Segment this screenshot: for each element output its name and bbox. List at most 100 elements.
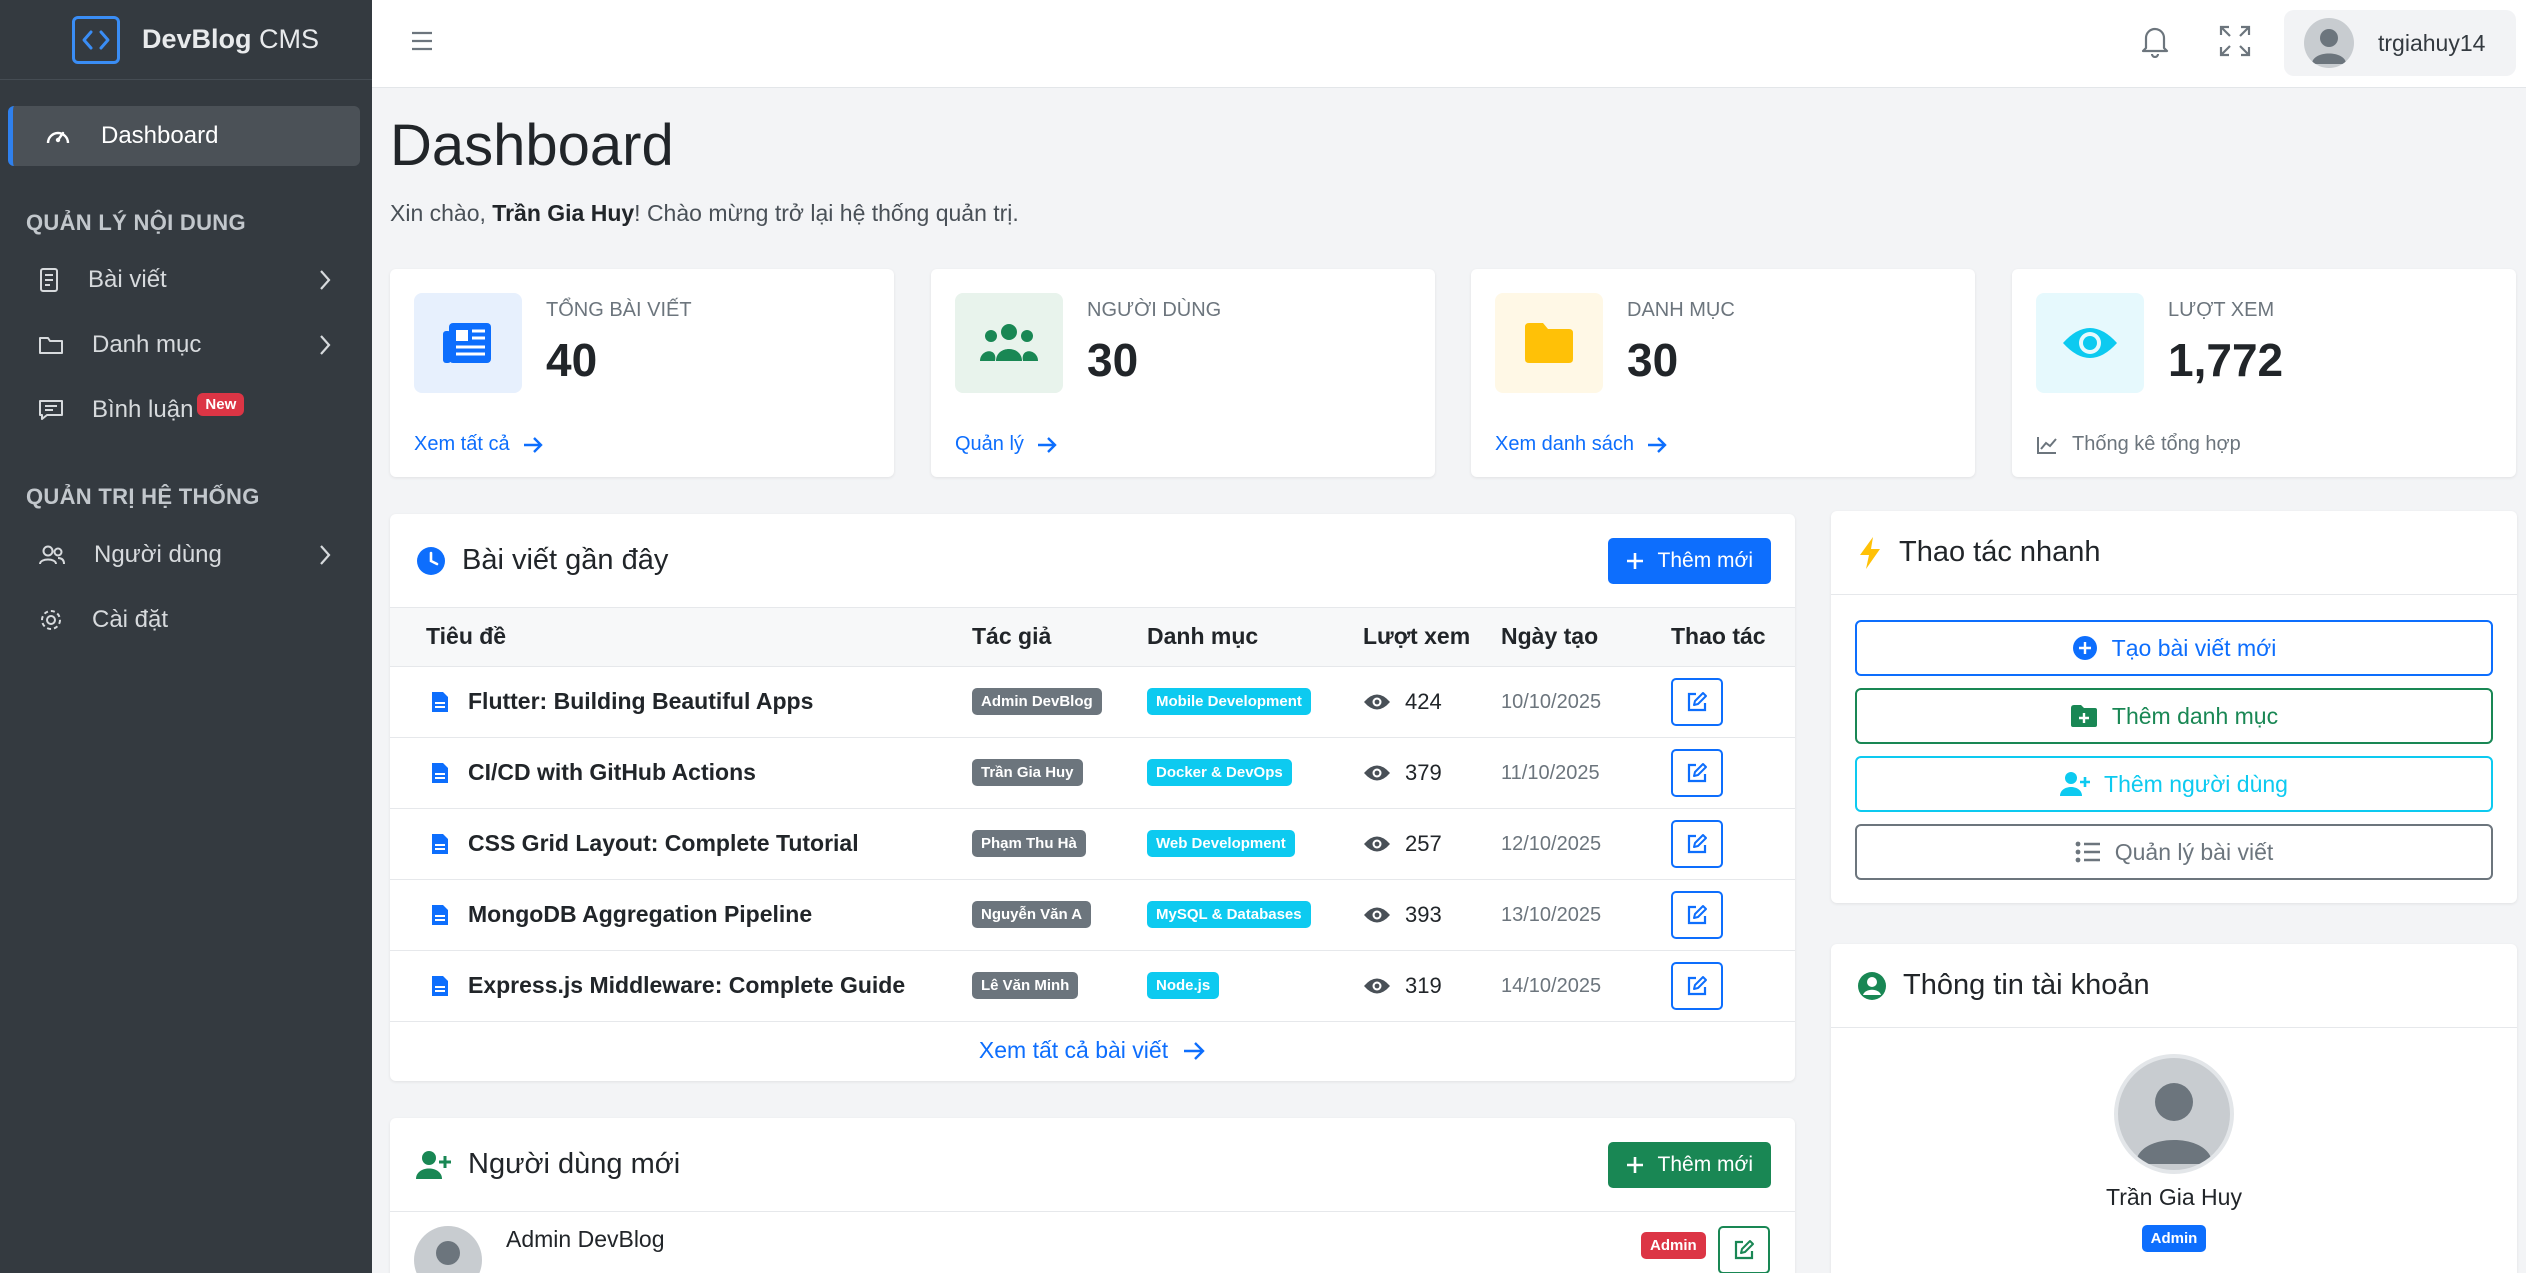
edit-button[interactable] (1671, 677, 1723, 726)
stat-card-posts: TỔNG BÀI VIẾT 40 Xem tất cả (390, 269, 894, 477)
created-date: 13/10/2025 (1501, 903, 1602, 926)
role-badge: Admin (2141, 1225, 2207, 1252)
eye-icon (1363, 834, 1405, 854)
created-date: 12/10/2025 (1501, 832, 1602, 855)
view-count: 379 (1363, 760, 1501, 786)
user-menu[interactable]: trgiahuy14 (2284, 10, 2516, 76)
sidebar-item-posts[interactable]: Bài viết (0, 252, 372, 308)
sidebar-item-label: Bài viết (88, 266, 167, 293)
edit-button[interactable] (1671, 819, 1723, 868)
edit-icon (1686, 691, 1708, 713)
add-user-quick-button[interactable]: Thêm người dùng (1855, 756, 2493, 812)
brand[interactable]: DevBlog CMS (0, 0, 372, 80)
new-users-panel: Người dùng mới Thêm mới Admin DevBlog Ad… (390, 1118, 1795, 1273)
code-icon (72, 15, 120, 64)
stat-value: 40 (546, 334, 598, 386)
sidebar-item-dashboard[interactable]: Dashboard (8, 106, 360, 166)
author-badge: Phạm Thu Hà (972, 830, 1086, 857)
view-categories-link[interactable]: Xem danh sách (1495, 433, 1668, 456)
column-header: Tiêu đề (390, 608, 972, 667)
account-role-wrap: Admin (1831, 1225, 2517, 1252)
edit-button[interactable] (1671, 748, 1723, 797)
author-badge: Nguyễn Văn A (972, 901, 1092, 928)
category-badge: MySQL & Databases (1147, 901, 1311, 928)
account-name: Trần Gia Huy (2106, 1184, 2242, 1210)
manage-posts-button[interactable]: Quản lý bài viết (1855, 824, 2493, 880)
fullscreen-icon[interactable] (2218, 24, 2252, 58)
new-badge: New (197, 392, 245, 416)
eye-icon (1363, 976, 1405, 996)
stat-card-categories: DANH MỤC 30 Xem danh sách (1471, 269, 1975, 477)
username: trgiahuy14 (2378, 29, 2486, 56)
sidebar-item-label: Dashboard (101, 122, 219, 149)
sidebar-item-categories[interactable]: Danh mục (0, 317, 372, 373)
user-plus-icon (416, 1150, 452, 1180)
add-post-button[interactable]: Thêm mới (1607, 538, 1771, 584)
panel-header: Thao tác nhanh (1831, 511, 2517, 595)
post-title[interactable]: Flutter: Building Beautiful Apps (430, 688, 972, 715)
table-row: CI/CD with GitHub Actions Trần Gia Huy D… (390, 737, 1795, 809)
chevron-right-icon (318, 543, 332, 567)
category-badge: Web Development (1147, 830, 1295, 857)
post-title[interactable]: CI/CD with GitHub Actions (430, 759, 972, 786)
arrow-right-icon (1646, 436, 1668, 454)
sidebar-item-comments[interactable]: Bình luận New (0, 382, 372, 438)
eye-icon (2036, 293, 2144, 393)
column-header: Danh mục (1147, 608, 1363, 667)
stat-label: TỔNG BÀI VIẾT (546, 299, 692, 321)
stat-value: 1,772 (2168, 334, 2284, 386)
chevron-right-icon (318, 333, 332, 357)
sidebar-item-settings[interactable]: Cài đặt (0, 592, 372, 648)
table-row: Flutter: Building Beautiful Apps Admin D… (390, 666, 1795, 738)
user-plus-icon (2060, 771, 2104, 797)
view-all-posts-link[interactable]: Xem tất cả (414, 433, 544, 456)
edit-button[interactable] (1671, 890, 1723, 939)
chart-line-icon (2036, 435, 2058, 455)
stat-label: NGƯỜI DÙNG (1087, 299, 1222, 321)
add-user-button[interactable]: Thêm mới (1607, 1142, 1771, 1188)
folder-plus-icon (2070, 704, 2112, 728)
list-icon (2075, 841, 2115, 863)
post-title[interactable]: Express.js Middleware: Complete Guide (430, 972, 972, 999)
recent-posts-panel: Bài viết gần đây Thêm mới Tiêu đề Tác gi… (390, 514, 1795, 1081)
page-title: Dashboard (390, 113, 674, 178)
file-icon (430, 761, 468, 785)
post-title[interactable]: MongoDB Aggregation Pipeline (430, 901, 972, 928)
view-count: 424 (1363, 689, 1501, 715)
edit-button[interactable] (1718, 1226, 1770, 1273)
comment-icon (38, 398, 64, 422)
lightning-icon (1857, 536, 1883, 570)
role-badge: Admin (1641, 1232, 1706, 1259)
stat-label: LƯỢT XEM (2168, 299, 2275, 321)
create-post-button[interactable]: Tạo bài viết mới (1855, 620, 2493, 676)
panel-title: Người dùng mới (468, 1148, 681, 1180)
panel-header: Thông tin tài khoản (1831, 944, 2517, 1028)
post-title[interactable]: CSS Grid Layout: Complete Tutorial (430, 830, 972, 857)
view-all-posts-link[interactable]: Xem tất cả bài viết (390, 1022, 1795, 1080)
section-heading-content: QUẢN LÝ NỘI DUNG (26, 210, 246, 235)
panel-header: Người dùng mới Thêm mới (390, 1118, 1795, 1212)
eye-icon (1363, 763, 1405, 783)
sidebar-item-label: Cài đặt (92, 606, 169, 633)
menu-icon[interactable] (410, 30, 434, 52)
greeting: Xin chào, Trần Gia Huy! Chào mừng trở lạ… (390, 200, 1019, 226)
arrow-right-icon (1036, 436, 1058, 454)
bell-icon[interactable] (2140, 24, 2170, 58)
add-category-button[interactable]: Thêm danh mục (1855, 688, 2493, 744)
folder-icon (1495, 293, 1603, 393)
edit-button[interactable] (1671, 961, 1723, 1010)
panel-title: Thông tin tài khoản (1903, 969, 2150, 1001)
stat-value: 30 (1627, 334, 1679, 386)
manage-users-link[interactable]: Quản lý (955, 433, 1058, 456)
arrow-right-icon (522, 436, 544, 454)
stat-card-views: LƯỢT XEM 1,772 Thống kê tổng hợp (2012, 269, 2516, 477)
newspaper-icon (414, 293, 522, 393)
table-row: MongoDB Aggregation Pipeline Nguyễn Văn … (390, 879, 1795, 951)
stats-summary-link[interactable]: Thống kê tổng hợp (2036, 433, 2241, 456)
eye-icon (1363, 905, 1405, 925)
clock-icon (416, 546, 446, 576)
section-heading-system: QUẢN TRỊ HỆ THỐNG (26, 484, 260, 509)
table-row: Express.js Middleware: Complete Guide Lê… (390, 950, 1795, 1022)
sidebar-item-users[interactable]: Người dùng (0, 527, 372, 583)
file-icon (430, 903, 468, 927)
